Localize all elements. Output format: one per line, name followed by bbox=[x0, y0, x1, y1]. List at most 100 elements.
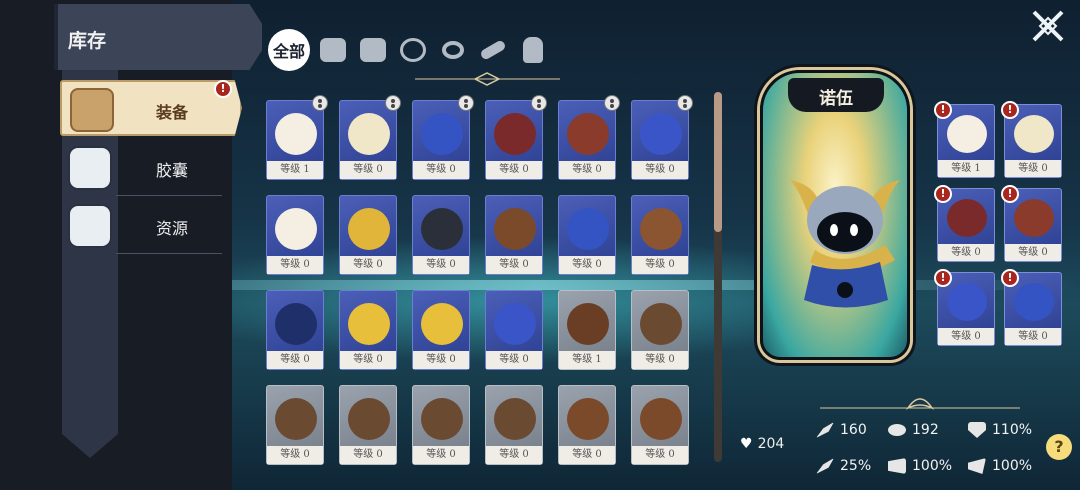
filter-glove-button[interactable] bbox=[516, 33, 550, 67]
hero-portrait bbox=[790, 180, 900, 308]
necklace-icon bbox=[400, 38, 426, 62]
equipment-slot[interactable]: 等级 0! bbox=[1001, 185, 1062, 262]
inventory-item[interactable]: 等级 0 bbox=[558, 385, 616, 465]
glove-icon bbox=[421, 113, 463, 155]
inventory-item[interactable]: 等级 0 bbox=[485, 195, 543, 275]
inventory-item[interactable]: 等级 0 bbox=[339, 385, 397, 465]
filter-belt-button[interactable] bbox=[476, 33, 510, 67]
category-resources[interactable]: 资源 bbox=[60, 198, 242, 254]
bracelet-icon bbox=[567, 113, 609, 155]
magic-stat: 192 bbox=[888, 422, 939, 438]
leather-armor-icon bbox=[640, 398, 682, 440]
item-level: 等级 0 bbox=[632, 446, 688, 464]
equipment-slot[interactable]: 等级 1! bbox=[934, 101, 995, 178]
inventory-item[interactable]: 等级 0 bbox=[631, 385, 689, 465]
hero-name: 诺伍 bbox=[819, 89, 853, 109]
inventory-item[interactable]: 等级 0 bbox=[631, 195, 689, 275]
inventory-item[interactable]: 等级 1 bbox=[266, 95, 328, 180]
inventory-item[interactable]: 等级 0 bbox=[485, 95, 547, 180]
inventory-item[interactable]: 等级 0 bbox=[266, 290, 324, 370]
item-level: 等级 0 bbox=[413, 446, 469, 464]
item-level: 等级 0 bbox=[486, 446, 542, 464]
inventory-item[interactable]: 等级 0 bbox=[485, 290, 543, 370]
sword-icon bbox=[816, 422, 834, 438]
inventory-item[interactable]: 等级 1 bbox=[558, 290, 616, 370]
hat-icon bbox=[275, 208, 317, 250]
help-button[interactable]: ? bbox=[1046, 434, 1072, 460]
ornament-divider bbox=[415, 72, 560, 86]
armor-icon bbox=[360, 38, 386, 62]
equipment-slot[interactable]: 等级 0! bbox=[1001, 101, 1062, 178]
slot-level: 等级 0 bbox=[1005, 160, 1061, 177]
filter-helmet-button[interactable] bbox=[316, 33, 350, 67]
category-label: 胶囊 bbox=[156, 161, 189, 180]
inventory-item[interactable]: 等级 0 bbox=[412, 385, 470, 465]
helmet-icon bbox=[320, 38, 346, 62]
alert-badge: ! bbox=[934, 269, 952, 287]
item-level: 等级 0 bbox=[340, 161, 396, 179]
slot-level: 等级 0 bbox=[1005, 328, 1061, 345]
belt-icon bbox=[567, 303, 609, 345]
inventory-item[interactable]: 等级 0 bbox=[339, 195, 397, 275]
inventory-item[interactable]: 等级 0 bbox=[266, 385, 324, 465]
item-level: 等级 0 bbox=[340, 351, 396, 369]
bracelet-icon bbox=[1014, 199, 1054, 237]
scarf-icon bbox=[640, 113, 682, 155]
inventory-item[interactable]: 等级 0 bbox=[412, 290, 470, 370]
item-level: 等级 0 bbox=[632, 351, 688, 369]
inventory-item[interactable]: 等级 0 bbox=[558, 95, 620, 180]
equipped-user-icon bbox=[604, 95, 620, 111]
crit-stat: 25% bbox=[816, 458, 871, 474]
item-level: 等级 0 bbox=[486, 256, 542, 274]
category-capsules[interactable]: 胶囊 bbox=[60, 140, 242, 196]
equipment-slot[interactable]: 等级 0! bbox=[934, 269, 995, 346]
leather-cap-icon bbox=[421, 398, 463, 440]
crit-value: 25% bbox=[840, 458, 872, 474]
scrollbar[interactable] bbox=[714, 92, 722, 462]
filter-necklace-button[interactable] bbox=[396, 33, 430, 67]
item-level: 等级 0 bbox=[267, 446, 323, 464]
inventory-item[interactable]: 等级 0 bbox=[339, 290, 397, 370]
necklace-icon bbox=[275, 303, 317, 345]
magic-value: 192 bbox=[912, 422, 939, 438]
close-button[interactable] bbox=[1030, 8, 1066, 44]
filter-armor-button[interactable] bbox=[356, 33, 390, 67]
item-level: 等级 1 bbox=[267, 161, 323, 179]
item-level: 等级 0 bbox=[413, 161, 469, 179]
filter-all-button[interactable]: 全部 bbox=[268, 29, 310, 71]
alert-badge: ! bbox=[1001, 269, 1019, 287]
speed-stat: 100% bbox=[888, 458, 952, 474]
item-level: 等级 0 bbox=[267, 256, 323, 274]
inventory-item[interactable]: 等级 0 bbox=[631, 290, 689, 370]
attack-speed-icon bbox=[888, 458, 906, 474]
inventory-item[interactable]: 等级 0 bbox=[412, 95, 474, 180]
alert-badge: ! bbox=[1001, 101, 1019, 119]
inventory-item[interactable]: 等级 0 bbox=[558, 195, 616, 275]
amulet-icon bbox=[947, 199, 987, 237]
item-level: 等级 0 bbox=[632, 256, 688, 274]
attack-value: 160 bbox=[840, 422, 867, 438]
cape-icon bbox=[1014, 115, 1054, 153]
filter-ring-button[interactable] bbox=[436, 33, 470, 67]
equipment-slot[interactable]: 等级 0! bbox=[1001, 269, 1062, 346]
scrollbar-thumb[interactable] bbox=[714, 92, 722, 232]
inventory-item[interactable]: 等级 0 bbox=[412, 195, 470, 275]
leather-armor-icon bbox=[567, 398, 609, 440]
inventory-item[interactable]: 等级 0 bbox=[631, 95, 693, 180]
scarf-icon bbox=[494, 303, 536, 345]
slot-level: 等级 0 bbox=[1005, 244, 1061, 261]
item-level: 等级 0 bbox=[559, 446, 615, 464]
equipment-slot[interactable]: 等级 0! bbox=[934, 185, 995, 262]
hat-icon bbox=[275, 113, 317, 155]
leather-cap-icon bbox=[640, 303, 682, 345]
inventory-item[interactable]: 等级 0 bbox=[339, 95, 401, 180]
item-level: 等级 0 bbox=[413, 256, 469, 274]
divider bbox=[116, 195, 222, 196]
item-level: 等级 0 bbox=[413, 351, 469, 369]
inventory-item[interactable]: 等级 0 bbox=[485, 385, 543, 465]
filter-bar: 全部 bbox=[268, 28, 550, 72]
ring-icon bbox=[348, 303, 390, 345]
inventory-item[interactable]: 等级 0 bbox=[266, 195, 324, 275]
leather-cap-icon bbox=[494, 398, 536, 440]
attack-stat: 160 bbox=[816, 422, 867, 438]
